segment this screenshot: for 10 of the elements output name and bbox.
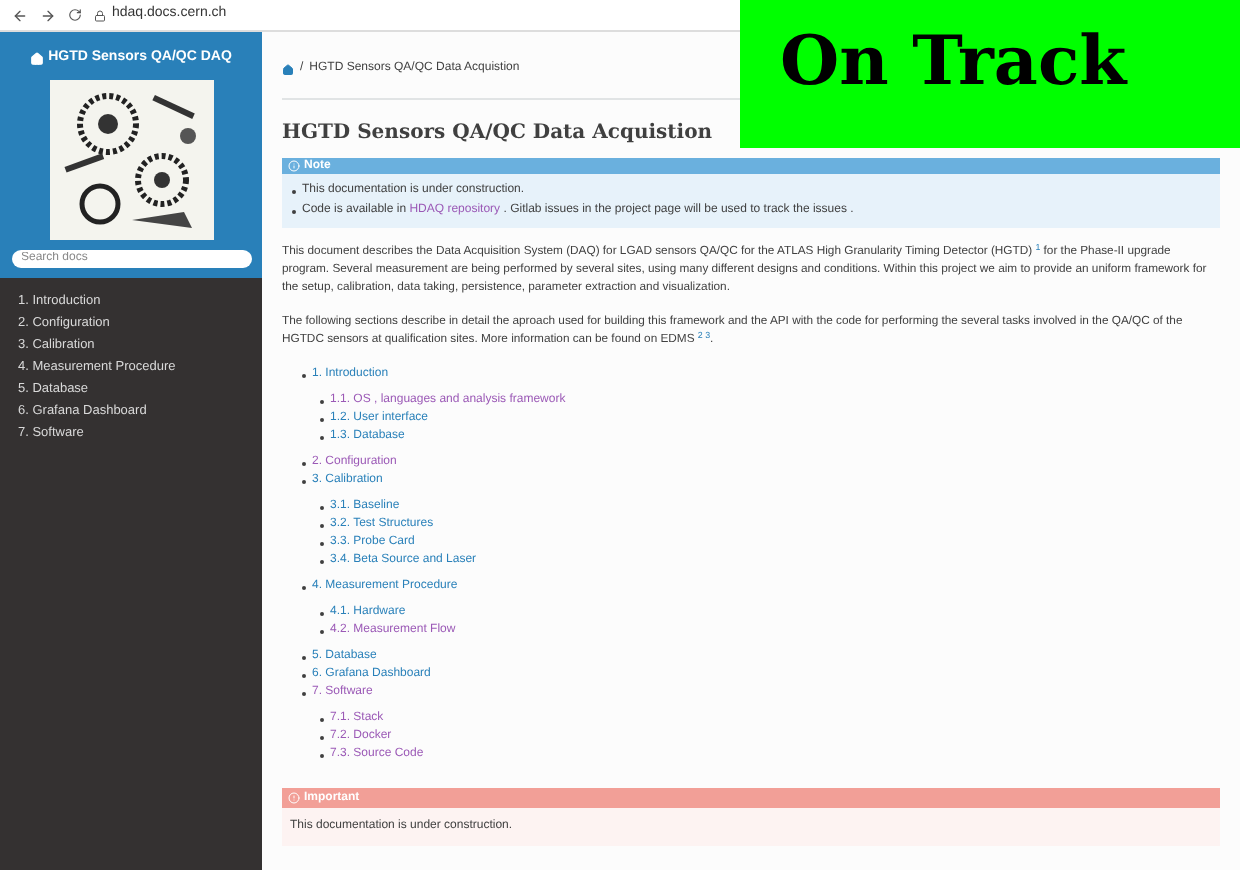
info-icon [288,160,300,172]
page-title: HGTD Sensors QA/QC Data Acquistion [282,120,715,148]
reload-icon[interactable] [68,8,82,22]
lock-icon [94,9,106,21]
home-icon [30,51,45,66]
home-icon[interactable] [282,63,294,75]
status-text: On Track [780,20,1127,106]
back-icon[interactable] [12,7,28,23]
alert-icon [288,792,300,804]
forward-icon[interactable] [40,7,56,23]
